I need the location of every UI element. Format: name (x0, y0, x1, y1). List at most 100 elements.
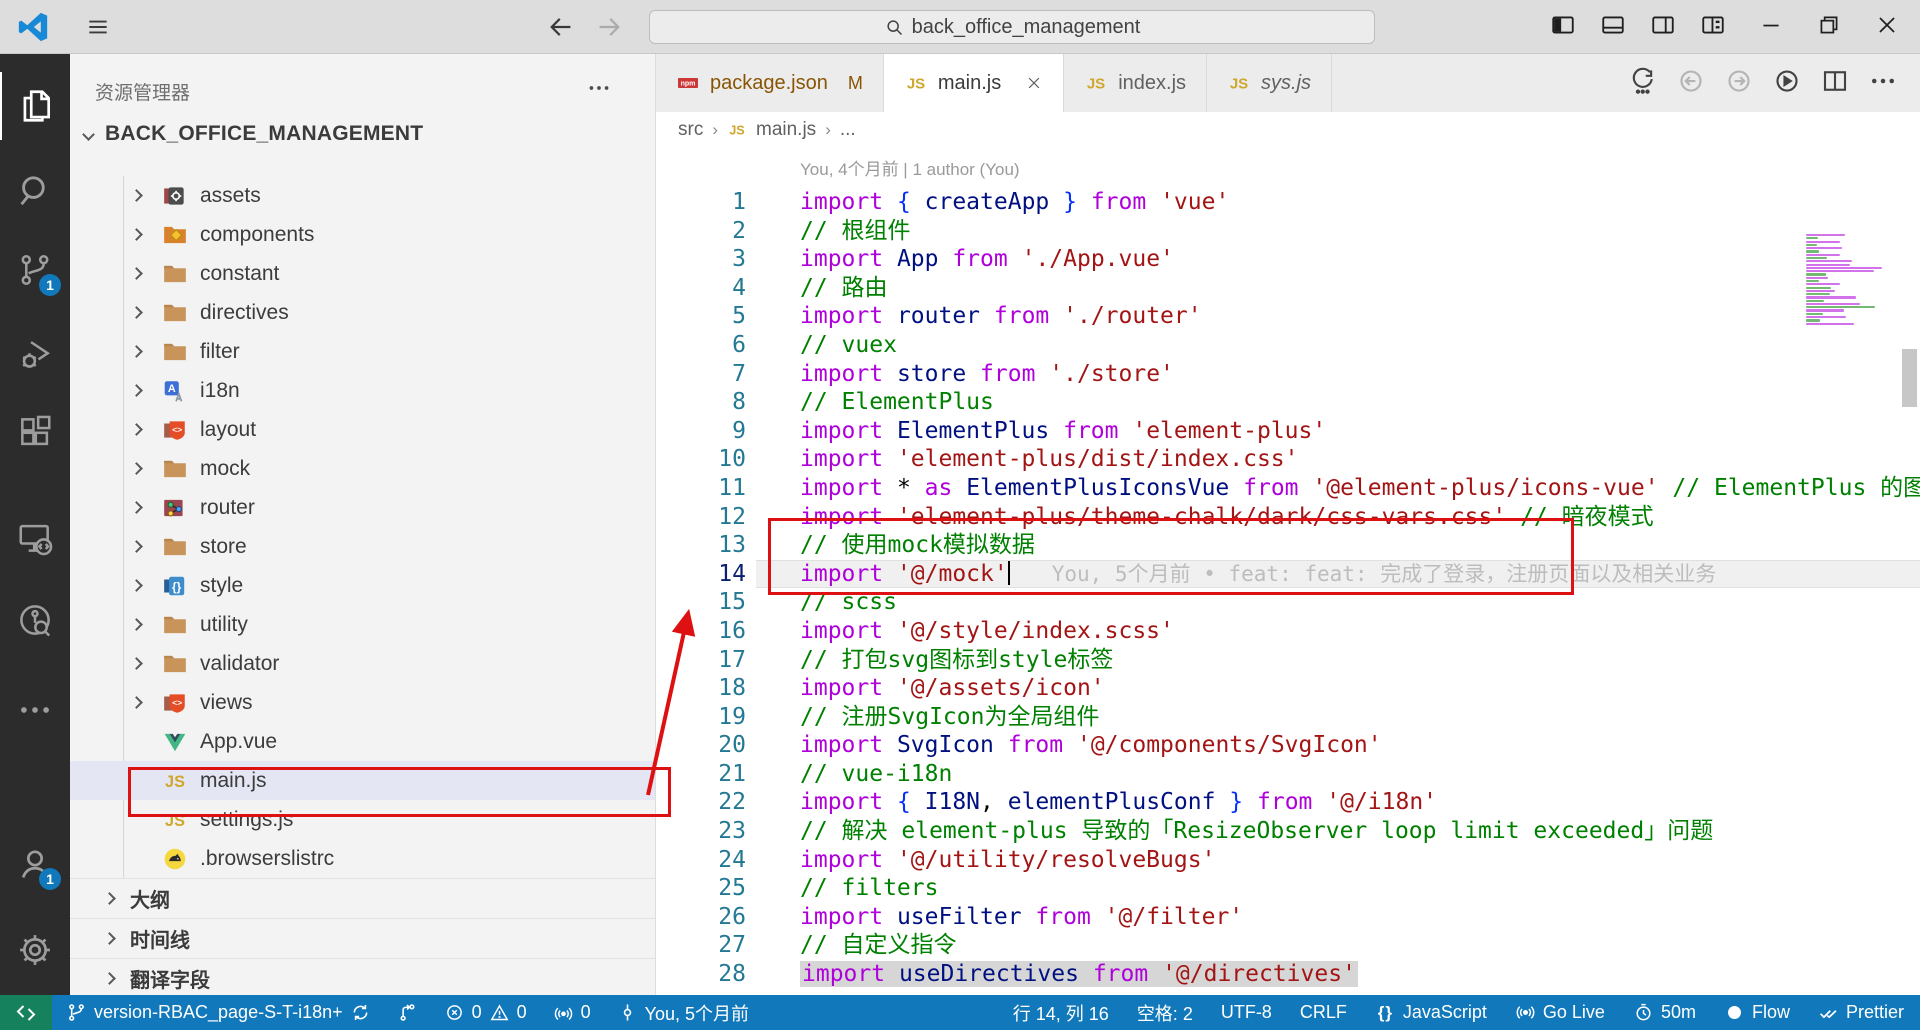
activitybar-explorer[interactable] (0, 72, 70, 140)
code-line-12[interactable]: import 'element-plus/theme-chalk/dark/cs… (756, 503, 1920, 532)
line-number-5[interactable]: 5 (656, 302, 746, 331)
code-content[interactable]: You, 4个月前 | 1 author (You) import { crea… (756, 148, 1920, 989)
line-number-13[interactable]: 13 (656, 531, 746, 560)
tree-item-layout[interactable]: <> layout (70, 410, 655, 449)
activitybar-run-debug[interactable] (0, 320, 70, 388)
tree-item-router[interactable]: router (70, 488, 655, 527)
tree-item-app-vue[interactable]: App.vue (70, 722, 655, 761)
code-line-28[interactable]: import useDirectives from '@/directives' (756, 960, 1920, 989)
tree-item-settings-js[interactable]: JS settings.js (70, 800, 655, 839)
line-number-12[interactable]: 12 (656, 503, 746, 532)
status-indentation[interactable]: 空格: 2 (1137, 1000, 1193, 1026)
code-line-9[interactable]: import ElementPlus from 'element-plus' (756, 417, 1920, 446)
code-line-7[interactable]: import store from './store' (756, 360, 1920, 389)
line-number-10[interactable]: 10 (656, 445, 746, 474)
tree-item-constant[interactable]: constant (70, 254, 655, 293)
code-line-14[interactable]: import '@/mock' You, 5个月前 • feat: feat: 完… (756, 559, 1920, 589)
activitybar-settings[interactable] (0, 916, 70, 984)
code-line-3[interactable]: import App from './App.vue' (756, 245, 1920, 274)
code-line-26[interactable]: import useFilter from '@/filter' (756, 903, 1920, 932)
tree-item-utility[interactable]: utility (70, 605, 655, 644)
status-eol[interactable]: CRLF (1300, 1002, 1347, 1023)
code-line-15[interactable]: // scss (756, 588, 1920, 617)
line-number-25[interactable]: 25 (656, 874, 746, 903)
win-close-button[interactable] (1874, 12, 1900, 43)
tree-item-main-js[interactable]: JS main.js (70, 761, 655, 800)
layout-left-button[interactable] (1550, 12, 1576, 43)
code-line-4[interactable]: // 路由 (756, 274, 1920, 303)
code-line-10[interactable]: import 'element-plus/dist/index.css' (756, 445, 1920, 474)
code-line-17[interactable]: // 打包svg图标到style标签 (756, 646, 1920, 675)
sidebar-panel-翻译字段[interactable]: 翻译字段 (70, 958, 655, 995)
code-line-25[interactable]: // filters (756, 874, 1920, 903)
code-line-19[interactable]: // 注册SvgIcon为全局组件 (756, 703, 1920, 732)
line-number-11[interactable]: 11 (656, 474, 746, 503)
code-line-27[interactable]: // 自定义指令 (756, 931, 1920, 960)
activitybar-more-views[interactable] (0, 676, 70, 744)
sidebar-panel-时间线[interactable]: 时间线 (70, 918, 655, 958)
tree-item-assets[interactable]: assets (70, 176, 655, 215)
tree-item-directives[interactable]: directives (70, 293, 655, 332)
menu-icon[interactable] (84, 14, 112, 40)
activitybar-search[interactable] (0, 156, 70, 224)
tab-index-js[interactable]: JS index.js (1064, 54, 1208, 112)
line-number-7[interactable]: 7 (656, 360, 746, 389)
line-number-26[interactable]: 26 (656, 903, 746, 932)
activitybar-source-control[interactable]: 1 (0, 236, 70, 304)
line-number-15[interactable]: 15 (656, 588, 746, 617)
win-min-button[interactable] (1758, 12, 1784, 43)
code-line-6[interactable]: // vuex (756, 331, 1920, 360)
line-numbers-gutter[interactable]: 1 2 3 4 5 6 7 8 9 10 11 12 13 14 15 16 17 18 19 20 21 22 23 24 2… (656, 188, 756, 989)
code-line-22[interactable]: import { I18N, elementPlusConf } from '@… (756, 788, 1920, 817)
code-line-2[interactable]: // 根组件 (756, 217, 1920, 246)
project-root-header[interactable]: BACK_OFFICE_MANAGEMENT (70, 116, 655, 152)
status-cursor-position[interactable]: 行 14, 列 16 (1013, 1000, 1109, 1026)
code-line-21[interactable]: // vue-i18n (756, 760, 1920, 789)
line-number-28[interactable]: 28 (656, 960, 746, 989)
line-number-21[interactable]: 21 (656, 760, 746, 789)
tab-main-js[interactable]: JS main.js (883, 54, 1065, 112)
open-changes-button[interactable] (1628, 66, 1658, 101)
activitybar-remote-explorer[interactable] (0, 504, 70, 572)
breadcrumb-file[interactable]: main.js (756, 119, 816, 141)
minimap[interactable] (1806, 234, 1890, 326)
line-number-22[interactable]: 22 (656, 788, 746, 817)
tree-item-validator[interactable]: validator (70, 644, 655, 683)
breadcrumb-src[interactable]: src (678, 119, 703, 141)
line-number-9[interactable]: 9 (656, 417, 746, 446)
line-number-4[interactable]: 4 (656, 274, 746, 303)
activitybar-extensions[interactable] (0, 398, 70, 466)
status-commit-blame[interactable]: You, 5个月前 (617, 1000, 749, 1026)
win-restore-button[interactable] (1816, 12, 1842, 43)
activitybar-gitlens[interactable] (0, 586, 70, 654)
line-number-18[interactable]: 18 (656, 674, 746, 703)
tab-package-json[interactable]: npm package.json M (656, 54, 884, 112)
line-number-24[interactable]: 24 (656, 846, 746, 875)
gitlens-graph-button[interactable] (1772, 66, 1802, 101)
status-problems[interactable]: 00 (444, 1002, 527, 1023)
status-prettier[interactable]: Prettier (1818, 1002, 1904, 1023)
tree-item-views[interactable]: <> views (70, 683, 655, 722)
breadcrumb[interactable]: src › JS main.js › ... (656, 112, 1920, 148)
layout-grid-button[interactable] (1700, 12, 1726, 43)
line-number-6[interactable]: 6 (656, 331, 746, 360)
line-number-3[interactable]: 3 (656, 245, 746, 274)
tree-item-components[interactable]: components (70, 215, 655, 254)
status-encoding[interactable]: UTF-8 (1221, 1002, 1272, 1023)
status-ports[interactable]: 0 (553, 1002, 591, 1023)
editor-scrollbar-thumb[interactable] (1902, 349, 1917, 407)
status-gitlens-status[interactable] (397, 1002, 418, 1023)
tree-item-filter[interactable]: filter (70, 332, 655, 371)
codelens-annotation[interactable]: You, 4个月前 | 1 author (You) (756, 148, 1920, 188)
code-line-23[interactable]: // 解决 element-plus 导致的「ResizeObserver lo… (756, 817, 1920, 846)
code-line-16[interactable]: import '@/style/index.scss' (756, 617, 1920, 646)
code-editor[interactable]: 1 2 3 4 5 6 7 8 9 10 11 12 13 14 15 16 17 18 19 20 21 22 23 24 2… (656, 148, 1920, 995)
tree-item-mock[interactable]: mock (70, 449, 655, 488)
line-number-14[interactable]: 14 (656, 560, 746, 589)
next-change-button[interactable] (1724, 66, 1754, 101)
views-more-actions-icon[interactable] (585, 74, 613, 102)
status-time-tracker[interactable]: 50m (1633, 1002, 1696, 1023)
tab-sys-js[interactable]: JS sys.js (1207, 54, 1333, 112)
breadcrumb-symbol[interactable]: ... (840, 119, 856, 141)
code-line-20[interactable]: import SvgIcon from '@/components/SvgIco… (756, 731, 1920, 760)
